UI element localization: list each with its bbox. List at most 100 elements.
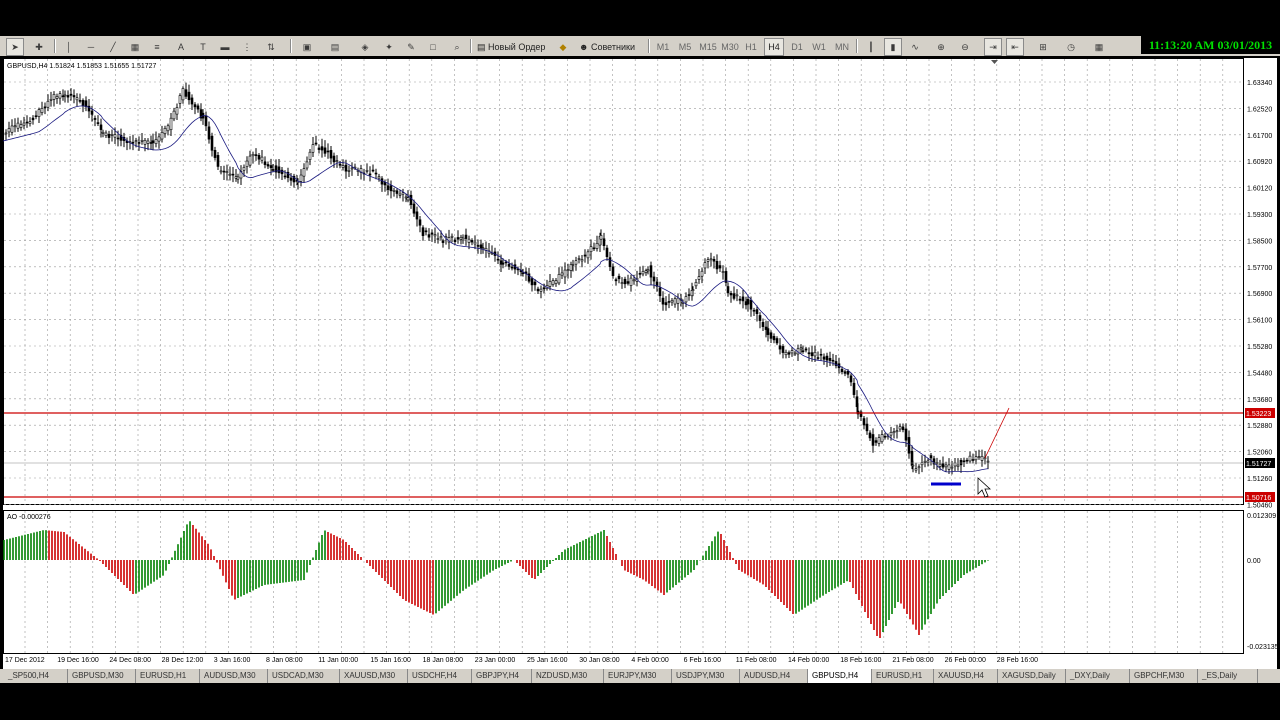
chart-tab[interactable]: _SP500,H4 [4,669,68,683]
tf-h1-button[interactable]: H1 [742,38,760,56]
price-candle [778,345,782,350]
chart-tab[interactable]: GBPUSD,H4 [808,669,872,683]
tf-h4-button[interactable]: H4 [764,38,784,56]
line-chart-icon[interactable]: ∿ [906,38,924,56]
chart-shift-icon[interactable]: ⇤ [1006,38,1024,56]
upper-level-marker: 1.53223 [1246,411,1271,418]
price-candle [641,271,645,275]
date-tick-label: 26 Feb 00:00 [945,657,986,664]
chart-tab[interactable]: EURUSD,H1 [872,669,934,683]
templates-icon[interactable]: ▦ [1090,38,1108,56]
fibonacci-icon[interactable]: ≡ [148,38,166,56]
trendline-icon[interactable]: ╱ [104,38,122,56]
price-candle [865,423,869,432]
tester-icon[interactable]: ⌕ [448,38,466,56]
price-candle [406,197,410,201]
price-candle [694,282,698,287]
ao-tick-top: 0.012309 [1247,513,1276,520]
new-order-button[interactable]: ▤ Новый Ордер [476,38,554,56]
price-candle [670,300,674,303]
market-watch-icon[interactable]: ◈ [356,38,374,56]
chart-tab[interactable]: XAUUSD,M30 [340,669,408,683]
chart-tab[interactable]: AUDUSD,H4 [740,669,808,683]
indicators-icon[interactable]: ⊞ [1034,38,1052,56]
price-candle [971,459,975,461]
tf-m1-button[interactable]: M1 [654,38,672,56]
chart-tab[interactable]: NZDUSD,M30 [532,669,604,683]
chart-tab[interactable]: USDJPY,M30 [672,669,740,683]
autoscroll-icon[interactable]: ⇥ [984,38,1002,56]
price-candle [749,299,753,310]
chart-window[interactable]: 1.63340 1.62520 1.61700 1.60920 1.60120 1.593… [2,58,1279,669]
crosshair-tool-icon[interactable]: ✚ [30,38,48,56]
tf-m30-button[interactable]: M30 [720,38,740,56]
chart-tab[interactable]: XAGUSD,Daily [998,669,1066,683]
tf-d1-button[interactable]: D1 [788,38,806,56]
price-candle [302,168,306,177]
price-candle [283,175,287,178]
price-candle [700,270,704,277]
horizontal-line-icon[interactable]: ─ [82,38,100,56]
tf-m15-button[interactable]: M15 [698,38,718,56]
zoom-in-icon[interactable]: ⊕ [932,38,950,56]
label-tool-icon[interactable]: T [194,38,212,56]
price-chart[interactable]: 1.63340 1.62520 1.61700 1.60920 1.60120 1.593… [2,58,1279,669]
price-candle [10,125,14,133]
price-candle [799,347,803,350]
price-candle [831,359,835,362]
price-candle [715,261,719,270]
price-candle [395,190,399,194]
data-window-icon[interactable]: ✎ [402,38,420,56]
date-tick-label: 19 Dec 16:00 [57,657,99,664]
chart-tab[interactable]: EURJPY,M30 [604,669,672,683]
price-tick-label: 1.55280 [1247,344,1272,351]
chart-tab[interactable]: XAUUSD,H4 [934,669,998,683]
cursor-tool-icon[interactable]: ➤ [6,38,24,56]
price-candle [877,437,881,444]
cycle-lines-icon[interactable]: ⋮ [238,38,256,56]
chart-tab[interactable]: _ES,Daily [1198,669,1258,683]
chart-tab[interactable]: GBPCHF,M30 [1130,669,1198,683]
price-candle [895,430,899,433]
price-candle [542,287,546,290]
price-candle [852,382,856,395]
channel-icon[interactable]: ▦ [126,38,144,56]
profiles-icon[interactable]: ▤ [326,38,344,56]
tf-m5-button[interactable]: M5 [676,38,694,56]
tf-mn-button[interactable]: MN [832,38,852,56]
price-candle [430,232,434,235]
price-candle [510,266,514,269]
experts-button[interactable]: ☻ Советники [578,38,646,56]
chart-tab[interactable]: AUDUSD,M30 [200,669,268,683]
candlestick-chart-icon[interactable]: ▮ [884,38,902,56]
price-candle [766,328,770,335]
tf-w1-button[interactable]: W1 [810,38,828,56]
price-candle [810,352,814,357]
vertical-line-icon[interactable]: │ [60,38,78,56]
chart-tab[interactable]: USDCHF,H4 [408,669,472,683]
metaeditor-icon[interactable]: ◆ [554,38,572,56]
shapes-icon[interactable]: ▬ [216,38,234,56]
price-candle [134,140,138,142]
price-tick-label: 1.50460 [1247,502,1272,509]
price-candle [577,258,581,260]
chart-tab[interactable]: GBPJPY,H4 [472,669,532,683]
price-candle [784,351,788,356]
chart-tab[interactable]: _DXY,Daily [1066,669,1130,683]
price-candle [611,266,615,276]
price-candle [7,128,11,133]
price-candle [904,428,908,441]
chart-tab[interactable]: GBPUSD,M30 [68,669,136,683]
chart-tab[interactable]: USDCAD,M30 [268,669,340,683]
price-candle [365,170,369,172]
arrows-menu-icon[interactable]: ⇅ [262,38,280,56]
chart-tab[interactable]: EURUSD,H1 [136,669,200,683]
text-tool-icon[interactable]: A [172,38,190,56]
price-candle [436,238,440,240]
periods-icon[interactable]: ◷ [1062,38,1080,56]
terminal-icon[interactable]: □ [424,38,442,56]
new-chart-icon[interactable]: ▣ [298,38,316,56]
bar-chart-icon[interactable]: ┃ [862,38,880,56]
zoom-out-icon[interactable]: ⊖ [956,38,974,56]
navigator-icon[interactable]: ✦ [380,38,398,56]
